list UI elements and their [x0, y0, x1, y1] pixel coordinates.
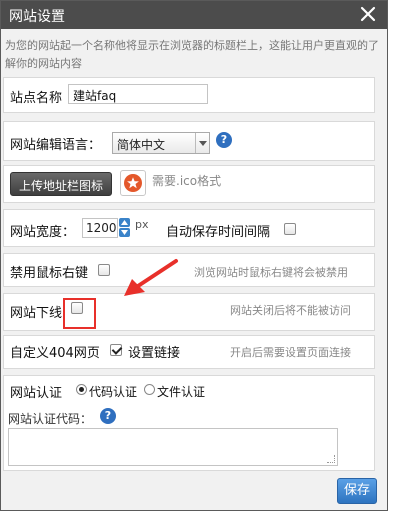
favicon-section: 上传地址栏图标 需要.ico格式: [3, 165, 375, 203]
width-section: 网站宽度： 1200 px 自动保存时间间隔: [3, 209, 375, 247]
resize-grip-icon[interactable]: [327, 455, 335, 463]
verification-code-textarea[interactable]: [8, 428, 338, 466]
chevron-down-icon: [195, 133, 209, 153]
help-icon[interactable]: ?: [216, 132, 232, 148]
title-bar: 网站设置: [1, 1, 387, 29]
disable-right-click-checkbox[interactable]: [98, 264, 110, 276]
language-select[interactable]: 简体中文: [112, 132, 210, 154]
save-button[interactable]: 保存: [337, 478, 377, 504]
site-name-input[interactable]: 建站faq: [68, 84, 208, 104]
autosave-interval-checkbox[interactable]: [284, 223, 296, 235]
custom-404-label: 自定义404网页: [10, 346, 100, 361]
file-verification-radio[interactable]: [144, 384, 155, 395]
site-name-label: 站点名称: [10, 91, 63, 106]
site-name-section: 站点名称 建站faq: [3, 77, 375, 113]
language-label: 网站编辑语言：: [10, 138, 102, 153]
width-input[interactable]: 1200: [82, 218, 118, 238]
width-label: 网站宽度：: [10, 225, 76, 240]
autosave-interval-label: 自动保存时间间隔: [166, 225, 271, 240]
star-icon: [124, 174, 142, 192]
verification-label: 网站认证: [10, 386, 63, 401]
verification-code-label: 网站认证代码：: [8, 412, 93, 426]
custom-404-checkbox[interactable]: [110, 344, 122, 356]
width-stepper[interactable]: [118, 218, 130, 238]
code-verification-label[interactable]: 代码认证: [89, 383, 137, 400]
star-glyph-icon: [127, 177, 139, 189]
stepper-up-icon[interactable]: [119, 218, 130, 227]
upload-favicon-button[interactable]: 上传地址栏图标: [10, 172, 113, 196]
favicon-format-hint: 需要.ico格式: [152, 174, 222, 188]
disable-right-click-label: 禁用鼠标右键: [10, 266, 89, 281]
dialog-title: 网站设置: [9, 9, 65, 25]
file-verification-label[interactable]: 文件认证: [157, 383, 205, 400]
custom-404-hint: 开启后需要设置页面连接: [230, 346, 351, 359]
site-offline-hint: 网站关闭后将不能被访问: [230, 304, 351, 317]
site-offline-section: 网站下线 网站关闭后将不能被访问: [3, 293, 375, 331]
custom-404-section: 自定义404网页 设置链接 开启后需要设置页面连接: [3, 335, 375, 369]
disable-right-click-section: 禁用鼠标右键 浏览网站时鼠标右键将会被禁用: [3, 253, 375, 287]
settings-dialog: 网站设置 为您的网站起一个名称他将显示在浏览器的标题栏上，这能让用户更直观的了解…: [0, 0, 388, 511]
verification-section: 网站认证 代码认证 文件认证 网站认证代码： ?: [3, 375, 375, 471]
site-offline-label: 网站下线: [10, 306, 63, 321]
help-icon[interactable]: ?: [100, 408, 116, 424]
site-name-description: 为您的网站起一个名称他将显示在浏览器的标题栏上，这能让用户更直观的了解你的网站内…: [5, 39, 379, 70]
language-selected-value: 简体中文: [117, 138, 166, 152]
favicon-preview: [120, 170, 146, 196]
width-unit: px: [135, 218, 149, 231]
close-icon[interactable]: [359, 5, 377, 23]
set-link-button[interactable]: 设置链接: [128, 342, 180, 361]
language-section: 网站编辑语言： 简体中文 ?: [3, 121, 375, 161]
annotation-highlight-box: [63, 298, 96, 329]
code-verification-radio[interactable]: [76, 384, 87, 395]
disable-right-click-hint: 浏览网站时鼠标右键将会被禁用: [194, 266, 348, 279]
stepper-down-icon[interactable]: [119, 228, 130, 237]
